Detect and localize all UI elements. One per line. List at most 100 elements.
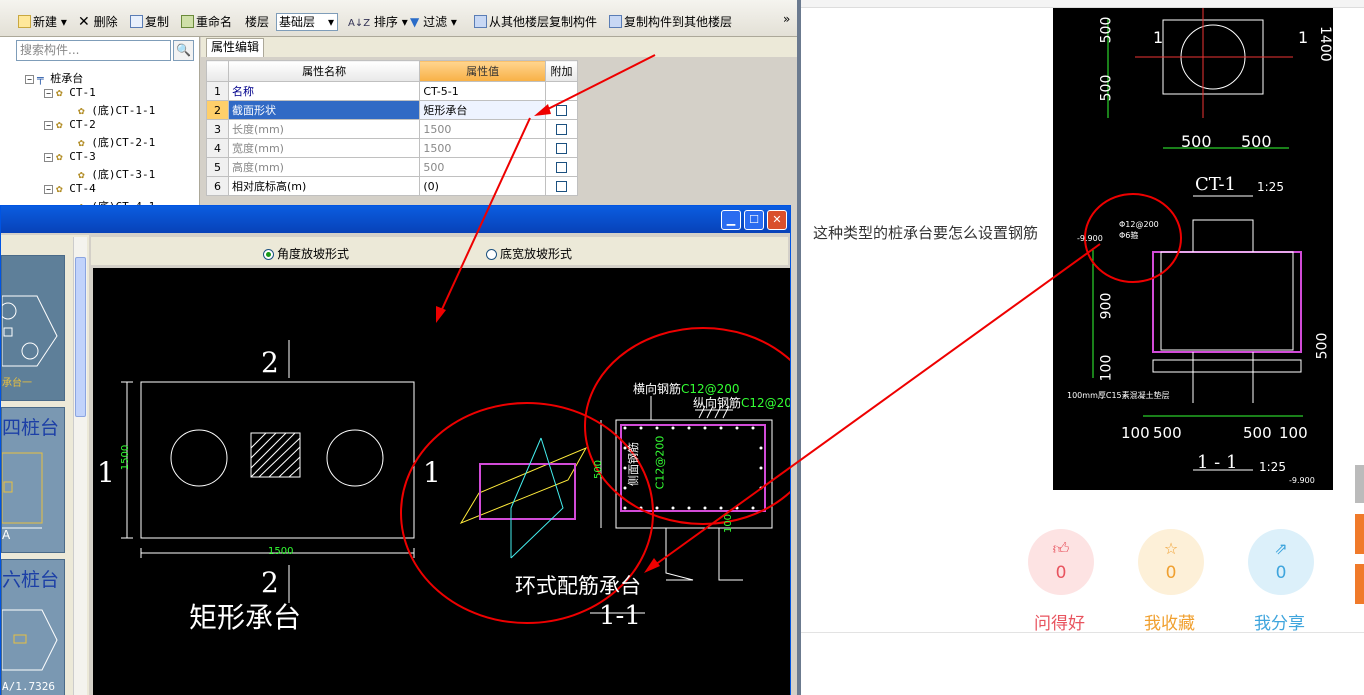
shape-thumb-3[interactable]: 六桩台 A/1.7326 xyxy=(1,559,65,695)
radio-angle-slope[interactable]: 角度放坡形式 xyxy=(263,245,349,262)
extra-checkbox[interactable] xyxy=(555,104,567,116)
extra-checkbox[interactable] xyxy=(555,161,567,173)
grid-row-selected[interactable]: 2 截面形状 矩形承台 xyxy=(206,100,579,120)
collapse-icon[interactable]: − xyxy=(44,153,53,162)
grid-row[interactable]: 3 长度(mm) 1500 xyxy=(206,119,579,139)
detail-drawing xyxy=(1084,8,1303,471)
grid-row[interactable]: 6 相对底标高(m) (0) xyxy=(206,176,579,196)
detail-mark: 1 xyxy=(1153,28,1164,47)
tab-property-edit[interactable]: 属性编辑 xyxy=(206,38,264,57)
like-button[interactable]: 👍︎ 0 xyxy=(1028,529,1094,595)
gear-icon: ✿ xyxy=(56,150,63,163)
row-num: 3 xyxy=(206,119,229,139)
detail-drawing-image: 500 500 1 1 1400 500 500 CT-1 1:25 Φ12@2… xyxy=(1053,8,1333,490)
share-label[interactable]: 我分享 xyxy=(1254,609,1305,634)
close-button[interactable]: ✕ xyxy=(767,210,787,230)
toolbar-more-button[interactable]: » xyxy=(783,9,790,29)
sort-button[interactable]: A↓Z 排序 ▾ xyxy=(348,12,408,32)
detail-dim: 500 xyxy=(1098,16,1115,44)
extra-cell xyxy=(544,119,579,139)
dim-width-label: 1500 xyxy=(268,546,294,557)
collapse-icon[interactable]: − xyxy=(25,75,34,84)
section-rebar-dots xyxy=(623,426,763,510)
thumb-label: 承台一 xyxy=(2,378,32,389)
detail-dim: 100 xyxy=(1098,354,1115,382)
filter-icon: ▼ xyxy=(410,15,420,29)
shape-thumb-1[interactable]: 承台一 xyxy=(0,255,65,401)
vertical-rebar-label: 纵向钢筋C12@20 xyxy=(693,396,790,410)
side-rebar-label: 侧面钢筋 xyxy=(627,442,640,486)
collapse-icon[interactable]: − xyxy=(44,121,53,130)
thumb-scrollbar[interactable] xyxy=(73,237,87,695)
dim-height-label: 1500 xyxy=(120,444,132,471)
col-extra-header: 附加 xyxy=(544,60,579,82)
tree-subitem[interactable]: ✿ (底)CT-3-1 xyxy=(78,166,155,182)
copy-button[interactable]: 复制 xyxy=(130,12,169,32)
prop-value[interactable]: (0) xyxy=(419,176,546,196)
detail-dim: 500 xyxy=(1243,424,1272,442)
side-tab[interactable] xyxy=(1355,465,1364,503)
favorite-label[interactable]: 我收藏 xyxy=(1144,609,1195,634)
detail-dim: 500 xyxy=(1098,74,1115,102)
copy-to-icon xyxy=(609,15,622,28)
floor-select[interactable]: 基础层 ▾ xyxy=(276,13,338,31)
side-tab[interactable] xyxy=(1355,514,1364,554)
prop-value[interactable]: CT-5-1 xyxy=(419,81,546,101)
thumb-tag: A xyxy=(2,528,11,542)
property-tabbar: 属性编辑 xyxy=(201,37,797,57)
delete-button[interactable]: ✕ 删除 xyxy=(78,12,118,32)
copy-from-floor-button[interactable]: 从其他楼层复制构件 xyxy=(474,12,597,32)
tree-item[interactable]: − ✿ CT-3 xyxy=(44,150,96,163)
iso-section-plane xyxy=(510,437,542,558)
extra-cell xyxy=(544,157,579,177)
toolbar: 新建 ▾ ✕ 删除 复制 重命名 楼层 基础层 ▾ A↓Z 排序 ▾ ▼ 过滤 ▾… xyxy=(0,0,797,37)
like-label[interactable]: 问得好 xyxy=(1034,609,1085,634)
prop-value[interactable]: 1500 xyxy=(419,119,546,139)
scrollbar-thumb[interactable] xyxy=(75,257,86,417)
share-button[interactable]: ⇗ 0 xyxy=(1248,529,1314,595)
prop-value[interactable]: 500 xyxy=(419,157,546,177)
grid-row[interactable]: 4 宽度(mm) 1500 xyxy=(206,138,579,158)
prop-value[interactable]: 1500 xyxy=(419,138,546,158)
extra-cell xyxy=(544,176,579,196)
filter-button[interactable]: ▼ 过滤 ▾ xyxy=(410,12,457,32)
section-title: 1-1 xyxy=(599,601,641,631)
radio-width-slope[interactable]: 底宽放坡形式 xyxy=(486,245,572,262)
pile-circle-left xyxy=(170,429,228,487)
side-tab[interactable] xyxy=(1355,564,1364,604)
extra-checkbox[interactable] xyxy=(555,142,567,154)
column-hatch-lines xyxy=(250,432,301,478)
search-input[interactable]: 搜索构件... xyxy=(16,40,171,61)
favorite-button[interactable]: ☆ 0 xyxy=(1138,529,1204,595)
extra-cell xyxy=(544,100,579,120)
tree-root[interactable]: − ╤ 桩承台 xyxy=(25,70,83,86)
collapse-icon[interactable]: − xyxy=(44,185,53,194)
rename-button[interactable]: 重命名 xyxy=(181,12,232,32)
gear-icon: ✿ xyxy=(78,168,85,181)
grid-row[interactable]: 5 高度(mm) 500 xyxy=(206,157,579,177)
copy-to-floor-button[interactable]: 复制构件到其他楼层 xyxy=(609,12,732,32)
radio-unchecked-icon xyxy=(486,249,497,260)
tree-item[interactable]: − ✿ CT-2 xyxy=(44,118,96,131)
tree-subitem[interactable]: ✿ (底)CT-1-1 xyxy=(78,102,155,118)
new-button[interactable]: 新建 ▾ xyxy=(18,12,67,32)
copy-icon xyxy=(130,15,143,28)
prop-name: 截面形状 xyxy=(227,100,421,120)
detail-dim: 500 xyxy=(1153,424,1182,442)
search-icon[interactable]: 🔍 xyxy=(173,40,194,61)
tree-item[interactable]: − ✿ CT-4 xyxy=(44,182,96,195)
extra-checkbox[interactable] xyxy=(555,123,567,135)
maximize-button[interactable]: ☐ xyxy=(744,210,764,230)
minimize-button[interactable]: ▁ xyxy=(721,210,741,230)
row-num: 4 xyxy=(206,138,229,158)
detail-dim: 100 xyxy=(1279,424,1308,442)
tree-subitem[interactable]: ✿ (底)CT-2-1 xyxy=(78,134,155,150)
extra-checkbox[interactable] xyxy=(555,180,567,192)
tree-item[interactable]: − ✿ CT-1 xyxy=(44,86,96,99)
prop-value[interactable]: 矩形承台 xyxy=(419,100,546,120)
detail-dim: 900 xyxy=(1098,292,1115,320)
grid-row[interactable]: 1 名称 CT-5-1 xyxy=(206,81,579,101)
collapse-icon[interactable]: − xyxy=(44,89,53,98)
shape-thumb-2[interactable]: 四桩台 A xyxy=(1,407,65,553)
detail-rebar-label: Φ12@200 xyxy=(1119,220,1159,229)
